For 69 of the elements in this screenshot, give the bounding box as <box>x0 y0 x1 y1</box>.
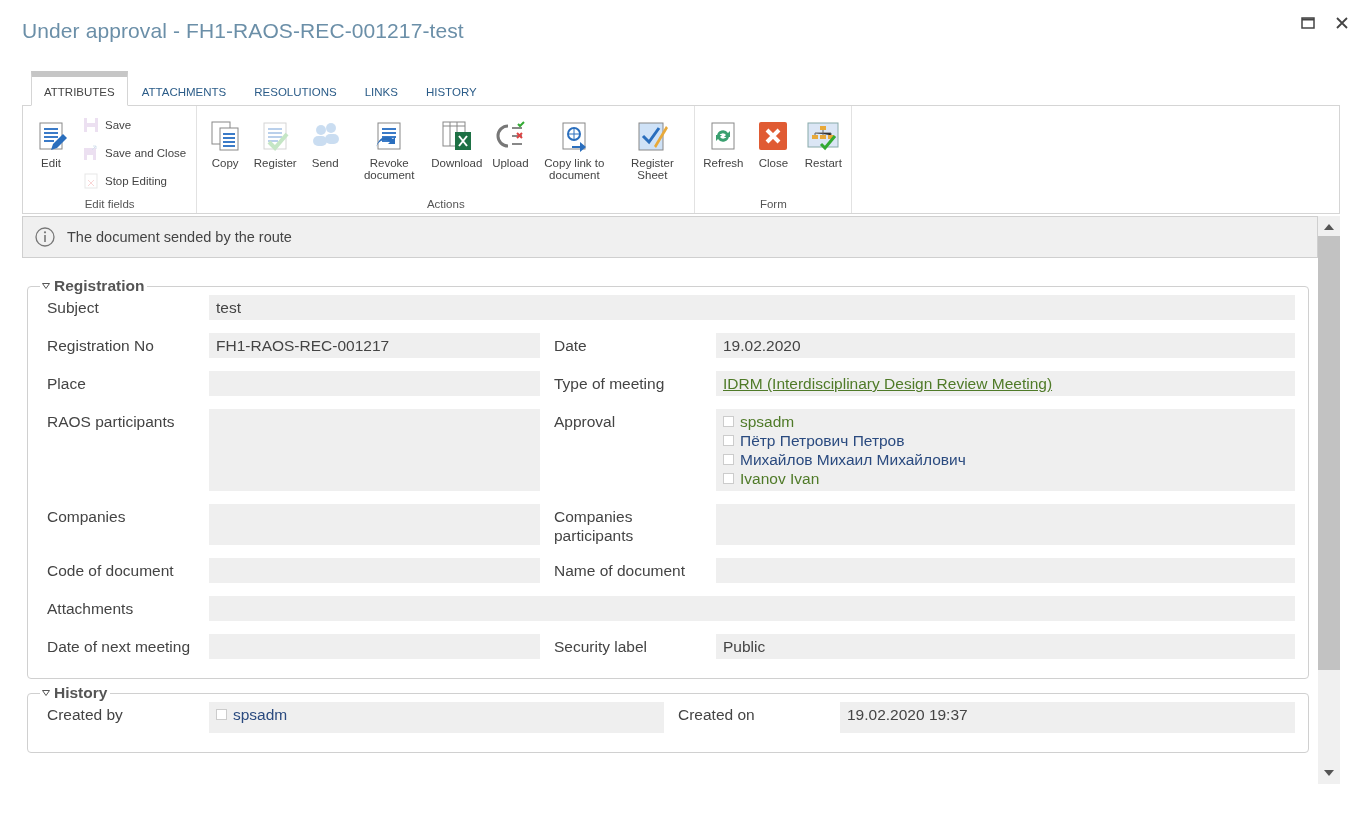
tab[interactable]: ATTRIBUTES <box>31 71 128 106</box>
presence-icon <box>723 435 734 446</box>
presence-icon <box>723 416 734 427</box>
field-label: Subject <box>47 298 100 318</box>
field-label: Registration No <box>47 336 155 356</box>
presence-icon <box>216 709 227 720</box>
link[interactable]: IDRM (Interdisciplinary Design Review Meeting) <box>723 375 1053 392</box>
ribbon-button[interactable]: Register Sheet <box>614 112 691 198</box>
user-link[interactable]: spsadm <box>740 412 795 431</box>
ribbon-button[interactable]: Copy link to document <box>536 112 613 198</box>
tab[interactable]: HISTORY <box>411 75 491 105</box>
restart-icon <box>807 120 840 152</box>
field-value: test <box>209 295 1295 320</box>
ribbon-button[interactable]: Revoke document <box>351 112 428 198</box>
triangle-icon[interactable] <box>42 689 50 697</box>
spreadsheet-icon <box>440 120 473 152</box>
maximize-icon[interactable] <box>1301 16 1315 30</box>
ribbon-button[interactable]: Edit <box>27 112 75 198</box>
tab[interactable]: LINKS <box>350 75 412 105</box>
field-value: 19.02.2020 <box>716 333 1295 358</box>
field-label: Companies <box>47 507 127 527</box>
window-title: Under approval - FH1-RAOS-REC-001217-test <box>22 19 464 43</box>
group-label: Actions <box>425 198 466 212</box>
scroll-up-icon[interactable] <box>1324 224 1334 230</box>
copy-icon <box>209 120 242 152</box>
presence-icon <box>723 454 734 465</box>
scrollbar-thumb[interactable] <box>1318 236 1340 670</box>
section-header[interactable]: Registration <box>40 277 148 295</box>
ribbon-button[interactable]: Restart <box>799 112 848 198</box>
close-icon[interactable] <box>1335 16 1349 30</box>
field-label: Approval <box>554 412 617 432</box>
user-link[interactable]: Михайлов Михаил Михайлович <box>740 450 966 469</box>
scrollbar[interactable] <box>1318 216 1340 784</box>
user-link[interactable]: Пётр Петрович Петров <box>740 431 905 450</box>
ribbon-button[interactable]: Upload <box>486 112 535 198</box>
field-label: Created on <box>678 705 756 725</box>
scroll-down-icon[interactable] <box>1324 770 1334 776</box>
field-value: 19.02.2020 19:37 <box>840 702 1295 733</box>
tab[interactable]: ATTACHMENTS <box>127 75 241 105</box>
tab[interactable]: RESOLUTIONS <box>240 75 351 105</box>
field-label: Security label <box>554 637 649 657</box>
ribbon-button[interactable]: Close <box>749 112 798 198</box>
field-value: FH1-RAOS-REC-001217 <box>209 333 540 358</box>
triangle-icon[interactable] <box>42 282 50 290</box>
field-label: Created by <box>47 705 124 725</box>
presence-icon <box>723 473 734 484</box>
info-icon <box>35 227 55 247</box>
field-label: Companies participants <box>554 507 635 545</box>
field-label: Code of document <box>47 561 175 581</box>
field-value: Public <box>716 634 1295 659</box>
section-header[interactable]: History <box>40 684 111 702</box>
field-label: Date <box>554 336 588 356</box>
user-link[interactable]: Ivanov Ivan <box>740 469 820 488</box>
notification-text: The document sended by the route <box>67 229 292 245</box>
group-label: Form <box>758 198 788 212</box>
ribbon-button[interactable]: Refresh <box>699 112 748 198</box>
field-label: Date of next meeting <box>47 637 192 657</box>
sheet-icon <box>636 120 669 152</box>
field-label: Name of document <box>554 561 686 581</box>
field-label: RAOS participants <box>47 412 176 432</box>
group-label: Edit fields <box>83 198 136 212</box>
field-label: Type of meeting <box>554 374 666 394</box>
field-label: Attachments <box>47 599 135 619</box>
stop-editing-icon <box>83 173 99 189</box>
field-label: Place <box>47 374 87 394</box>
user-link[interactable]: spsadm <box>233 705 288 724</box>
ribbon-button[interactable]: Copy <box>201 112 250 198</box>
ribbon-button[interactable]: Download <box>429 112 485 198</box>
close-icon <box>757 120 790 152</box>
